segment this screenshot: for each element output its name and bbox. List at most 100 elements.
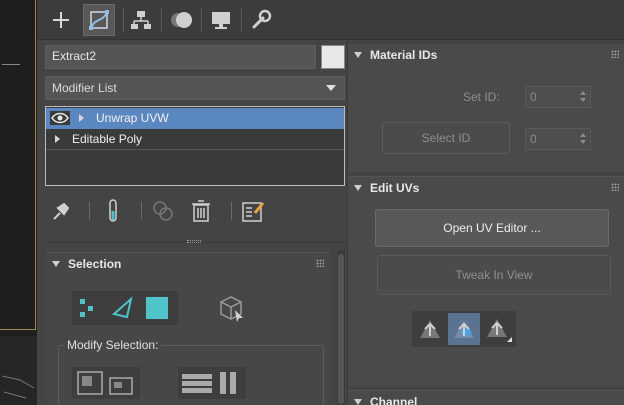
configure-icon — [242, 202, 265, 222]
tab-motion[interactable] — [165, 4, 197, 36]
command-panel: Extract2 Modifier List Unwrap UVW Editab… — [37, 0, 624, 405]
channel-rollout-header[interactable]: Channel — [348, 391, 624, 405]
spinner-up-icon[interactable] — [580, 133, 586, 137]
tab-separator — [123, 8, 124, 32]
rollout-title: Edit UVs — [370, 181, 420, 195]
viewport-frame — [0, 0, 36, 330]
expand-arrow-icon[interactable] — [55, 135, 60, 143]
select-element-button[interactable] — [214, 291, 248, 325]
plus-icon — [53, 12, 69, 28]
eye-icon[interactable] — [50, 111, 70, 125]
collapse-arrow-icon — [52, 261, 60, 267]
grip-icon[interactable] — [611, 183, 619, 191]
select-id-button[interactable]: Select ID — [382, 122, 510, 154]
remove-modifier-button[interactable] — [187, 197, 215, 225]
show-end-result-button[interactable] — [99, 197, 127, 225]
ring-loop-button[interactable] — [178, 367, 246, 399]
polygon-icon — [146, 297, 168, 319]
tab-display[interactable] — [205, 4, 237, 36]
vertex-icon — [80, 299, 93, 317]
make-unique-button[interactable] — [149, 197, 177, 225]
set-id-label: Set ID: — [463, 90, 500, 104]
cube-select-icon — [220, 296, 243, 322]
tab-create[interactable] — [45, 4, 77, 36]
ring-loop-icon — [182, 372, 236, 394]
monitor-icon — [212, 12, 230, 29]
stack-item-unwrap-uvw[interactable]: Unwrap UVW — [46, 108, 344, 129]
modifier-list-label: Modifier List — [52, 81, 117, 95]
uv-tool-button-3[interactable] — [482, 313, 514, 345]
selection-rollout: Selection Modify Selection: — [46, 252, 330, 405]
edit-uvs-rollout-header[interactable]: Edit UVs — [348, 177, 624, 199]
open-uv-editor-button[interactable]: Open UV Editor ... — [375, 209, 609, 247]
material-ids-rollout-header[interactable]: Material IDs — [348, 44, 624, 66]
stack-toolbar — [45, 195, 345, 227]
spinner-down-icon[interactable] — [580, 98, 586, 102]
uv-tool-group — [412, 311, 516, 347]
make-unique-icon — [153, 201, 173, 221]
grip-icon[interactable] — [316, 259, 324, 267]
pin-icon — [53, 202, 70, 220]
rollout-title: Selection — [68, 257, 122, 271]
subobject-mode-group — [72, 291, 178, 325]
stack-item-editable-poly[interactable]: Editable Poly — [46, 129, 344, 150]
set-id-value: 0 — [530, 90, 537, 104]
uv-tool-button-1[interactable] — [414, 313, 446, 345]
material-ids-rollout: Material IDs Set ID: 0 Select ID 0 — [348, 44, 624, 172]
uv-tool-button-2[interactable] — [448, 313, 480, 345]
spinner-down-icon[interactable] — [580, 140, 586, 144]
tab-hierarchy[interactable] — [125, 4, 157, 36]
modifier-stack: Unwrap UVW Editable Poly — [45, 106, 345, 186]
grow-shrink-button[interactable] — [72, 367, 140, 399]
command-panel-scrollbar[interactable] — [337, 250, 345, 405]
modifier-list-dropdown[interactable]: Modifier List — [45, 76, 345, 100]
panel-splitter[interactable] — [187, 240, 201, 243]
collapse-arrow-icon — [354, 52, 362, 58]
set-id-spinner[interactable]: 0 — [525, 86, 591, 108]
rollout-title: Material IDs — [370, 48, 438, 62]
test-tube-icon — [109, 199, 117, 222]
tab-utilities[interactable] — [245, 4, 277, 36]
toolbar-separator — [141, 202, 142, 220]
tab-modify[interactable] — [83, 4, 115, 36]
stack-item-label: Editable Poly — [72, 132, 143, 146]
uv-pin-icon — [454, 320, 474, 338]
vertex-mode-button[interactable] — [76, 295, 102, 321]
grow-shrink-icon — [77, 371, 133, 395]
stack-item-label: Unwrap UVW — [96, 111, 169, 125]
tab-separator — [241, 8, 242, 32]
motion-icon — [171, 12, 192, 28]
polygon-mode-button[interactable] — [144, 295, 170, 321]
modify-curve-icon — [89, 10, 109, 30]
right-column: Material IDs Set ID: 0 Select ID 0 Edit … — [347, 40, 624, 405]
hierarchy-icon — [131, 11, 151, 29]
viewport-grid-line — [2, 64, 20, 65]
tweak-in-view-button[interactable]: Tweak In View — [377, 255, 611, 295]
viewport[interactable] — [0, 0, 37, 405]
collapse-arrow-icon — [354, 399, 362, 405]
spinner-up-icon[interactable] — [580, 91, 586, 95]
edit-uvs-rollout: Edit UVs Open UV Editor ... Tweak In Vie… — [348, 176, 624, 386]
object-color-swatch[interactable] — [321, 45, 345, 69]
uv-flyout-icon — [487, 319, 512, 342]
tab-separator — [201, 8, 202, 32]
select-id-spinner[interactable]: 0 — [525, 128, 591, 150]
rollout-title: Channel — [370, 395, 418, 405]
viewport-object-icon — [1, 375, 35, 399]
select-id-value: 0 — [530, 132, 537, 146]
edge-mode-button[interactable] — [110, 295, 136, 321]
expand-arrow-icon[interactable] — [79, 114, 84, 122]
object-name-field[interactable]: Extract2 — [45, 45, 316, 69]
toolbar-separator — [89, 202, 90, 220]
selection-rollout-header[interactable]: Selection — [46, 253, 330, 275]
pin-stack-button[interactable] — [47, 197, 75, 225]
chevron-down-icon — [326, 85, 336, 91]
edge-icon — [111, 296, 133, 319]
channel-rollout: Channel — [348, 390, 624, 405]
scrollbar-thumb[interactable] — [338, 254, 344, 404]
uv-up-arrow-icon — [420, 320, 440, 338]
collapse-arrow-icon — [354, 185, 362, 191]
viewport-lower[interactable] — [0, 336, 37, 405]
configure-modifier-sets-button[interactable] — [239, 197, 267, 225]
grip-icon[interactable] — [611, 50, 619, 58]
